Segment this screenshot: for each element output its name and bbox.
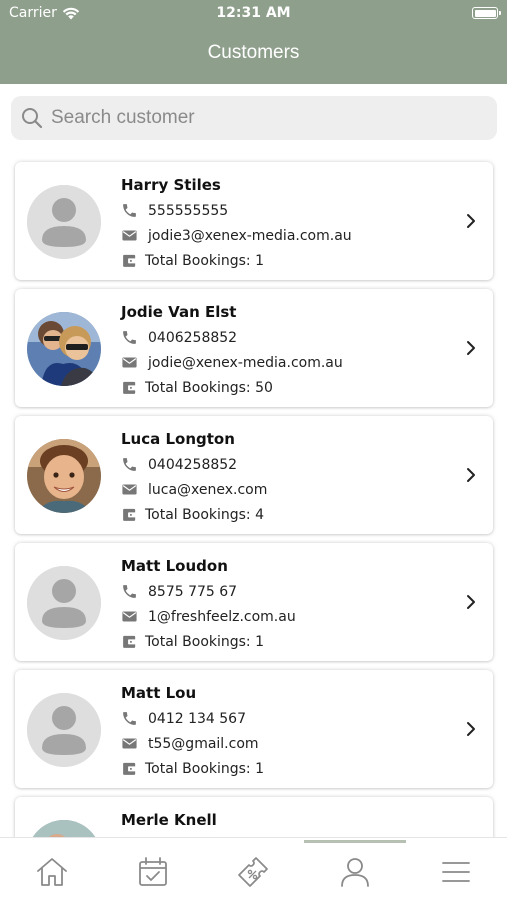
customer-name: Luca Longton bbox=[121, 430, 235, 448]
email-text: jodie3@xenex-media.com.au bbox=[148, 227, 352, 244]
customer-email-row: jodie@xenex-media.com.au bbox=[121, 354, 343, 371]
status-bar: Carrier 12:31 AM bbox=[0, 0, 507, 28]
mail-icon bbox=[122, 484, 137, 495]
search-input[interactable] bbox=[51, 107, 471, 129]
home-icon bbox=[37, 858, 67, 886]
customer-phone-row: 555555555 bbox=[121, 202, 228, 219]
customer-card[interactable]: Merle Knell bbox=[15, 797, 493, 837]
tab-customers[interactable] bbox=[335, 852, 375, 892]
customer-email-row: t55@gmail.com bbox=[121, 735, 259, 752]
customer-name: Merle Knell bbox=[121, 811, 217, 829]
customer-phone-row: 8575 775 67 bbox=[121, 583, 237, 600]
phone-icon bbox=[123, 204, 136, 217]
avatar-photo bbox=[27, 312, 101, 386]
bookings-text: Total Bookings: 4 bbox=[145, 506, 265, 523]
chevron-right-icon[interactable] bbox=[465, 720, 477, 738]
customer-name: Harry Stiles bbox=[121, 176, 221, 194]
bookings-text: Total Bookings: 1 bbox=[145, 760, 265, 777]
page-title: Customers bbox=[207, 42, 300, 63]
customer-list[interactable]: Harry Stiles 555555555 jodie3@xenex-medi… bbox=[0, 150, 507, 837]
customer-email-row: luca@xenex.com bbox=[121, 481, 267, 498]
customer-name: Jodie Van Elst bbox=[121, 303, 237, 321]
phone-text: 0406258852 bbox=[148, 329, 238, 346]
customer-name: Matt Loudon bbox=[121, 557, 228, 575]
phone-icon bbox=[123, 331, 136, 344]
menu-icon bbox=[442, 862, 470, 882]
phone-text: 8575 775 67 bbox=[148, 583, 238, 600]
calendar-check-icon bbox=[139, 857, 167, 886]
wallet-icon bbox=[123, 381, 136, 394]
customer-card[interactable]: Matt Lou 0412 134 567 t55@gmail.com Tota… bbox=[15, 670, 493, 788]
bookings-text: Total Bookings: 1 bbox=[145, 252, 265, 269]
navigation-header: Carrier 12:31 AM Customers bbox=[0, 0, 507, 84]
avatar-placeholder bbox=[27, 566, 101, 640]
email-text: 1@freshfeelz.com.au bbox=[148, 608, 296, 625]
email-text: jodie@xenex-media.com.au bbox=[148, 354, 343, 371]
avatar-photo bbox=[27, 439, 101, 513]
customer-card[interactable]: Jodie Van Elst 0406258852 jodie@xenex-me… bbox=[15, 289, 493, 407]
phone-icon bbox=[123, 585, 136, 598]
email-text: t55@gmail.com bbox=[148, 735, 259, 752]
wallet-icon bbox=[123, 254, 136, 267]
wallet-icon bbox=[123, 762, 136, 775]
customer-bookings-row: Total Bookings: 4 bbox=[121, 506, 264, 523]
customer-name: Matt Lou bbox=[121, 684, 197, 702]
tab-calendar[interactable] bbox=[133, 852, 173, 892]
mail-icon bbox=[122, 357, 137, 368]
bookings-text: Total Bookings: 1 bbox=[145, 633, 265, 650]
clock: 12:31 AM bbox=[216, 5, 291, 21]
battery-icon bbox=[472, 7, 501, 19]
customer-bookings-row: Total Bookings: 1 bbox=[121, 252, 264, 269]
active-tab-indicator bbox=[304, 840, 406, 843]
avatar-photo bbox=[27, 820, 101, 837]
customer-card[interactable]: Harry Stiles 555555555 jodie3@xenex-medi… bbox=[15, 162, 493, 280]
bookings-text: Total Bookings: 50 bbox=[145, 379, 273, 396]
chevron-right-icon[interactable] bbox=[465, 339, 477, 357]
chevron-right-icon[interactable] bbox=[465, 466, 477, 484]
search-bar[interactable] bbox=[11, 96, 497, 140]
phone-text: 555555555 bbox=[148, 202, 229, 219]
phone-icon bbox=[123, 712, 136, 725]
chevron-right-icon[interactable] bbox=[465, 212, 477, 230]
wallet-icon bbox=[123, 635, 136, 648]
customer-card[interactable]: Luca Longton 0404258852 luca@xenex.com T… bbox=[15, 416, 493, 534]
mail-icon bbox=[122, 738, 137, 749]
tab-home[interactable] bbox=[32, 852, 72, 892]
customer-email-row: jodie3@xenex-media.com.au bbox=[121, 227, 352, 244]
chevron-right-icon[interactable] bbox=[465, 593, 477, 611]
customer-bookings-row: Total Bookings: 1 bbox=[121, 760, 264, 777]
phone-text: 0412 134 567 bbox=[148, 710, 246, 727]
customer-phone-row: 0406258852 bbox=[121, 329, 237, 346]
customer-email-row: 1@freshfeelz.com.au bbox=[121, 608, 296, 625]
tab-offers[interactable] bbox=[233, 852, 273, 892]
email-text: luca@xenex.com bbox=[148, 481, 268, 498]
phone-icon bbox=[123, 458, 136, 471]
customer-bookings-row: Total Bookings: 50 bbox=[121, 379, 273, 396]
tab-menu[interactable] bbox=[436, 852, 476, 892]
wallet-icon bbox=[123, 508, 136, 521]
person-icon bbox=[341, 858, 369, 887]
avatar-placeholder bbox=[27, 693, 101, 767]
phone-text: 0404258852 bbox=[148, 456, 238, 473]
tab-bar bbox=[0, 837, 507, 900]
customer-bookings-row: Total Bookings: 1 bbox=[121, 633, 264, 650]
customer-phone-row: 0412 134 567 bbox=[121, 710, 246, 727]
customer-card[interactable]: Matt Loudon 8575 775 67 1@freshfeelz.com… bbox=[15, 543, 493, 661]
ticket-discount-icon bbox=[238, 857, 268, 887]
search-icon bbox=[22, 108, 43, 129]
avatar-placeholder bbox=[27, 185, 101, 259]
mail-icon bbox=[122, 611, 137, 622]
customer-phone-row: 0404258852 bbox=[121, 456, 237, 473]
mail-icon bbox=[122, 230, 137, 241]
